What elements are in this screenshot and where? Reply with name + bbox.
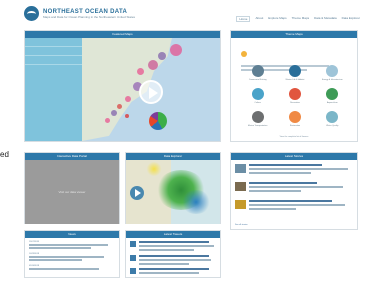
story-thumbnail xyxy=(235,164,246,173)
theme-item-transportation[interactable]: Marine Transportation xyxy=(239,111,276,127)
nav-explore-maps[interactable]: Explore Maps xyxy=(268,16,286,22)
logo-wave-icon xyxy=(24,6,39,21)
site-subtitle: Maps and Data for Ocean Planning in the … xyxy=(43,14,136,19)
data-play-button[interactable] xyxy=(130,186,144,200)
data-portal-link[interactable]: Visit our data viewer xyxy=(25,160,119,224)
theme-item-culture[interactable]: Culture xyxy=(239,88,276,104)
culture-icon xyxy=(251,88,264,100)
theme-item-water-quality[interactable]: Water Quality xyxy=(314,111,351,127)
story-thumbnail xyxy=(235,182,246,191)
fishing-icon xyxy=(251,65,264,77)
map-bubble[interactable] xyxy=(117,104,122,109)
map-bubble[interactable] xyxy=(125,96,131,102)
top-navigation: Home About Explore Maps Theme Maps Data … xyxy=(236,16,360,22)
map-bubble[interactable] xyxy=(125,114,129,118)
theme-item-aquaculture[interactable]: Aquaculture xyxy=(314,88,351,104)
tweet-item[interactable] xyxy=(130,241,218,253)
story-thumbnail xyxy=(235,200,246,209)
map-sidebar xyxy=(25,38,82,141)
map-play-button[interactable] xyxy=(139,80,163,104)
site-header: NORTHEAST OCEAN DATA Maps and Data for O… xyxy=(24,6,360,26)
map-bubble[interactable] xyxy=(170,44,182,56)
map-bubble[interactable] xyxy=(137,68,144,75)
nav-data-metadata[interactable]: Data & Metadata xyxy=(314,16,337,22)
data-portal-panel: Interactive Data Portal Visit our data v… xyxy=(24,152,120,224)
see-all-stories-link[interactable]: See all stories xyxy=(235,224,248,226)
theme-info-icon xyxy=(241,50,247,57)
theme-item-marine-life[interactable]: Marine Life & Habitat xyxy=(276,65,313,81)
featured-map-panel: Featured Maps xyxy=(24,30,221,142)
tweet-item[interactable] xyxy=(130,268,218,276)
theme-item-commercial-fishing[interactable]: Commercial Fishing xyxy=(239,65,276,81)
map-bubble[interactable] xyxy=(105,118,110,123)
nav-about[interactable]: About xyxy=(255,16,263,22)
theme-item-recreation[interactable]: Recreation xyxy=(276,88,313,104)
story-item[interactable] xyxy=(235,182,355,198)
water-drop-icon xyxy=(326,111,339,123)
page-root: ed NORTHEAST OCEAN DATA Maps and Data fo… xyxy=(0,0,367,284)
whale-icon xyxy=(288,65,301,77)
theme-maps-panel: Theme Maps Commercial Fishing Marine Lif… xyxy=(230,30,358,142)
sailboat-icon xyxy=(288,88,301,100)
twitter-avatar-icon xyxy=(130,241,136,247)
lighthouse-icon xyxy=(251,111,264,123)
latest-tweets-panel: Latest Tweets xyxy=(125,230,221,278)
theme-item-restoration[interactable]: Restoration xyxy=(276,111,313,127)
nav-data-explorer[interactable]: Data Explorer xyxy=(342,16,360,22)
data-explorer-map[interactable] xyxy=(126,160,220,224)
twitter-avatar-icon xyxy=(130,255,136,261)
map-bubble[interactable] xyxy=(158,52,166,60)
theme-footer-link[interactable]: View the complete list of themes xyxy=(231,136,357,138)
site-title: NORTHEAST OCEAN DATA xyxy=(43,8,128,15)
twitter-avatar-icon xyxy=(130,268,136,274)
nav-theme-maps[interactable]: Theme Maps xyxy=(292,16,310,22)
tweet-item[interactable] xyxy=(130,255,218,267)
news-item[interactable]: 10/23/2018 xyxy=(29,253,117,261)
news-panel: News 11/07/2018 10/23/2018 09/14/2018 xyxy=(24,230,120,278)
data-portal-title: Interactive Data Portal xyxy=(25,153,119,160)
wind-turbine-icon xyxy=(326,65,339,77)
latest-stories-title: Latest Stories xyxy=(231,153,357,160)
site-logo[interactable]: NORTHEAST OCEAN DATA Maps and Data for O… xyxy=(24,6,135,21)
story-item[interactable] xyxy=(235,200,355,216)
side-text-fragment: ed xyxy=(0,150,9,159)
featured-map-title: Featured Maps xyxy=(25,31,220,38)
theme-maps-title: Theme Maps xyxy=(231,31,357,38)
featured-map[interactable] xyxy=(25,38,220,141)
news-item[interactable]: 11/07/2018 xyxy=(29,241,117,249)
nav-home[interactable]: Home xyxy=(236,16,251,22)
data-explorer-title: Data Explorer xyxy=(126,153,220,160)
map-bubble[interactable] xyxy=(148,60,158,70)
theme-item-energy[interactable]: Energy & Infrastructure xyxy=(314,65,351,81)
aquaculture-icon xyxy=(326,88,339,100)
latest-tweets-title: Latest Tweets xyxy=(126,231,220,238)
data-explorer-panel: Data Explorer xyxy=(125,152,221,224)
shield-icon xyxy=(288,111,301,123)
theme-description xyxy=(241,45,351,71)
theme-grid: Commercial Fishing Marine Life & Habitat… xyxy=(239,65,351,127)
news-title: News xyxy=(25,231,119,238)
map-bubble[interactable] xyxy=(111,110,117,116)
story-item[interactable] xyxy=(235,164,355,180)
latest-stories-panel: Latest Stories See all stories xyxy=(230,152,358,230)
map-pie-chart[interactable] xyxy=(149,112,167,130)
news-item[interactable]: 09/14/2018 xyxy=(29,265,117,270)
